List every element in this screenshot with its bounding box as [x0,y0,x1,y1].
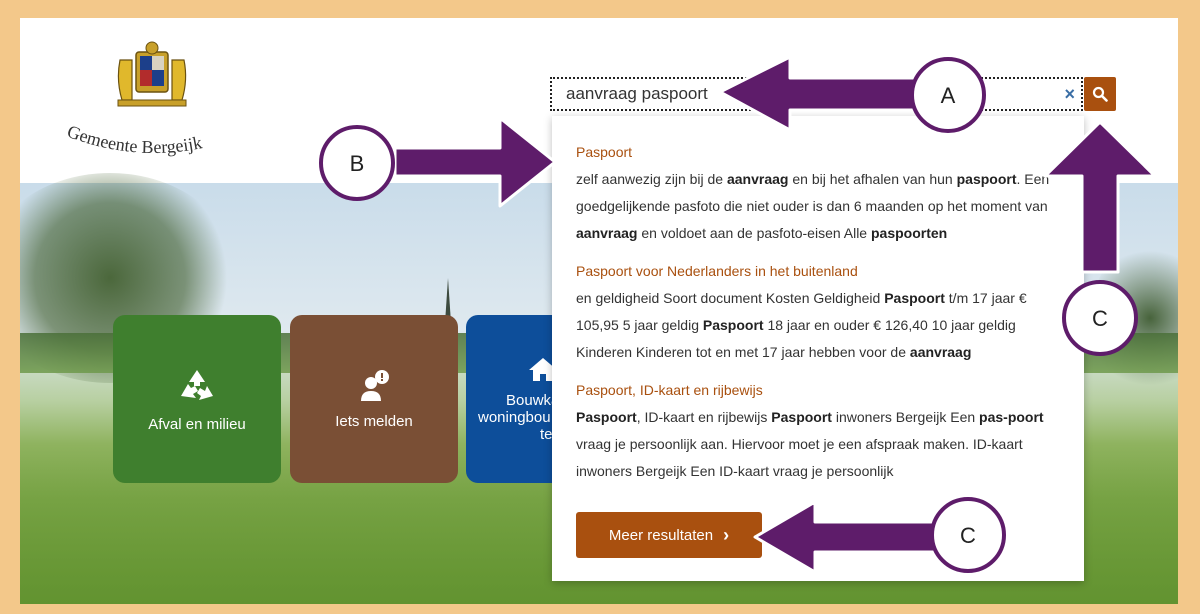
tile-label-line: woningbou [478,408,551,426]
recycle-icon [181,369,213,400]
chevron-right-icon: › [723,524,730,545]
website-page: Gemeente Bergeijk Afval en milieu Iets m… [20,18,1178,604]
search-input-value: aanvraag paspoort [566,84,708,103]
search-result-item[interactable]: Paspoort zelf aanwezig zijn bij de aanvr… [576,142,1060,247]
search-result-title[interactable]: Paspoort, ID-kaart en rijbewijs [576,380,1060,400]
logo-wordmark-text: Gemeente Bergeijk [65,121,204,157]
tile-afval-en-milieu[interactable]: Afval en milieu [113,315,281,483]
search-result-item[interactable]: Paspoort voor Nederlanders in het buiten… [576,261,1060,366]
more-results-label: Meer resultaten [608,526,714,544]
logo-wordmark: Gemeente Bergeijk [65,121,204,157]
search-result-snippet: en geldigheid Soort document Kosten Geld… [576,290,1027,360]
tile-label: Afval en milieu [148,415,246,433]
search-result-item[interactable]: Paspoort, ID-kaart en rijbewijs Paspoort… [576,380,1060,485]
svg-text:Gemeente Bergeijk: Gemeente Bergeijk [65,121,204,157]
search-button[interactable] [1084,77,1116,111]
search-result-snippet: Paspoort, ID-kaart en rijbewijs Paspoort… [576,409,1044,479]
tile-label-line: te [540,425,553,443]
municipal-coat-of-arms-icon[interactable] [112,40,192,116]
search-result-title[interactable]: Paspoort voor Nederlanders in het buiten… [576,261,1060,281]
search-icon [1092,86,1108,102]
search-input[interactable]: aanvraag paspoort × [550,77,1083,111]
tile-iets-melden[interactable]: Iets melden [290,315,458,483]
clear-search-icon[interactable]: × [1064,84,1075,105]
search-result-snippet: zelf aanwezig zijn bij de aanvraag en bi… [576,171,1050,241]
search-result-title[interactable]: Paspoort [576,142,1060,162]
search-suggestions-dropdown: Paspoort zelf aanwezig zijn bij de aanvr… [552,116,1084,581]
person-alert-icon [361,369,389,401]
tile-label: Iets melden [335,412,413,430]
more-results-button[interactable]: Meer resultaten › [576,512,762,558]
